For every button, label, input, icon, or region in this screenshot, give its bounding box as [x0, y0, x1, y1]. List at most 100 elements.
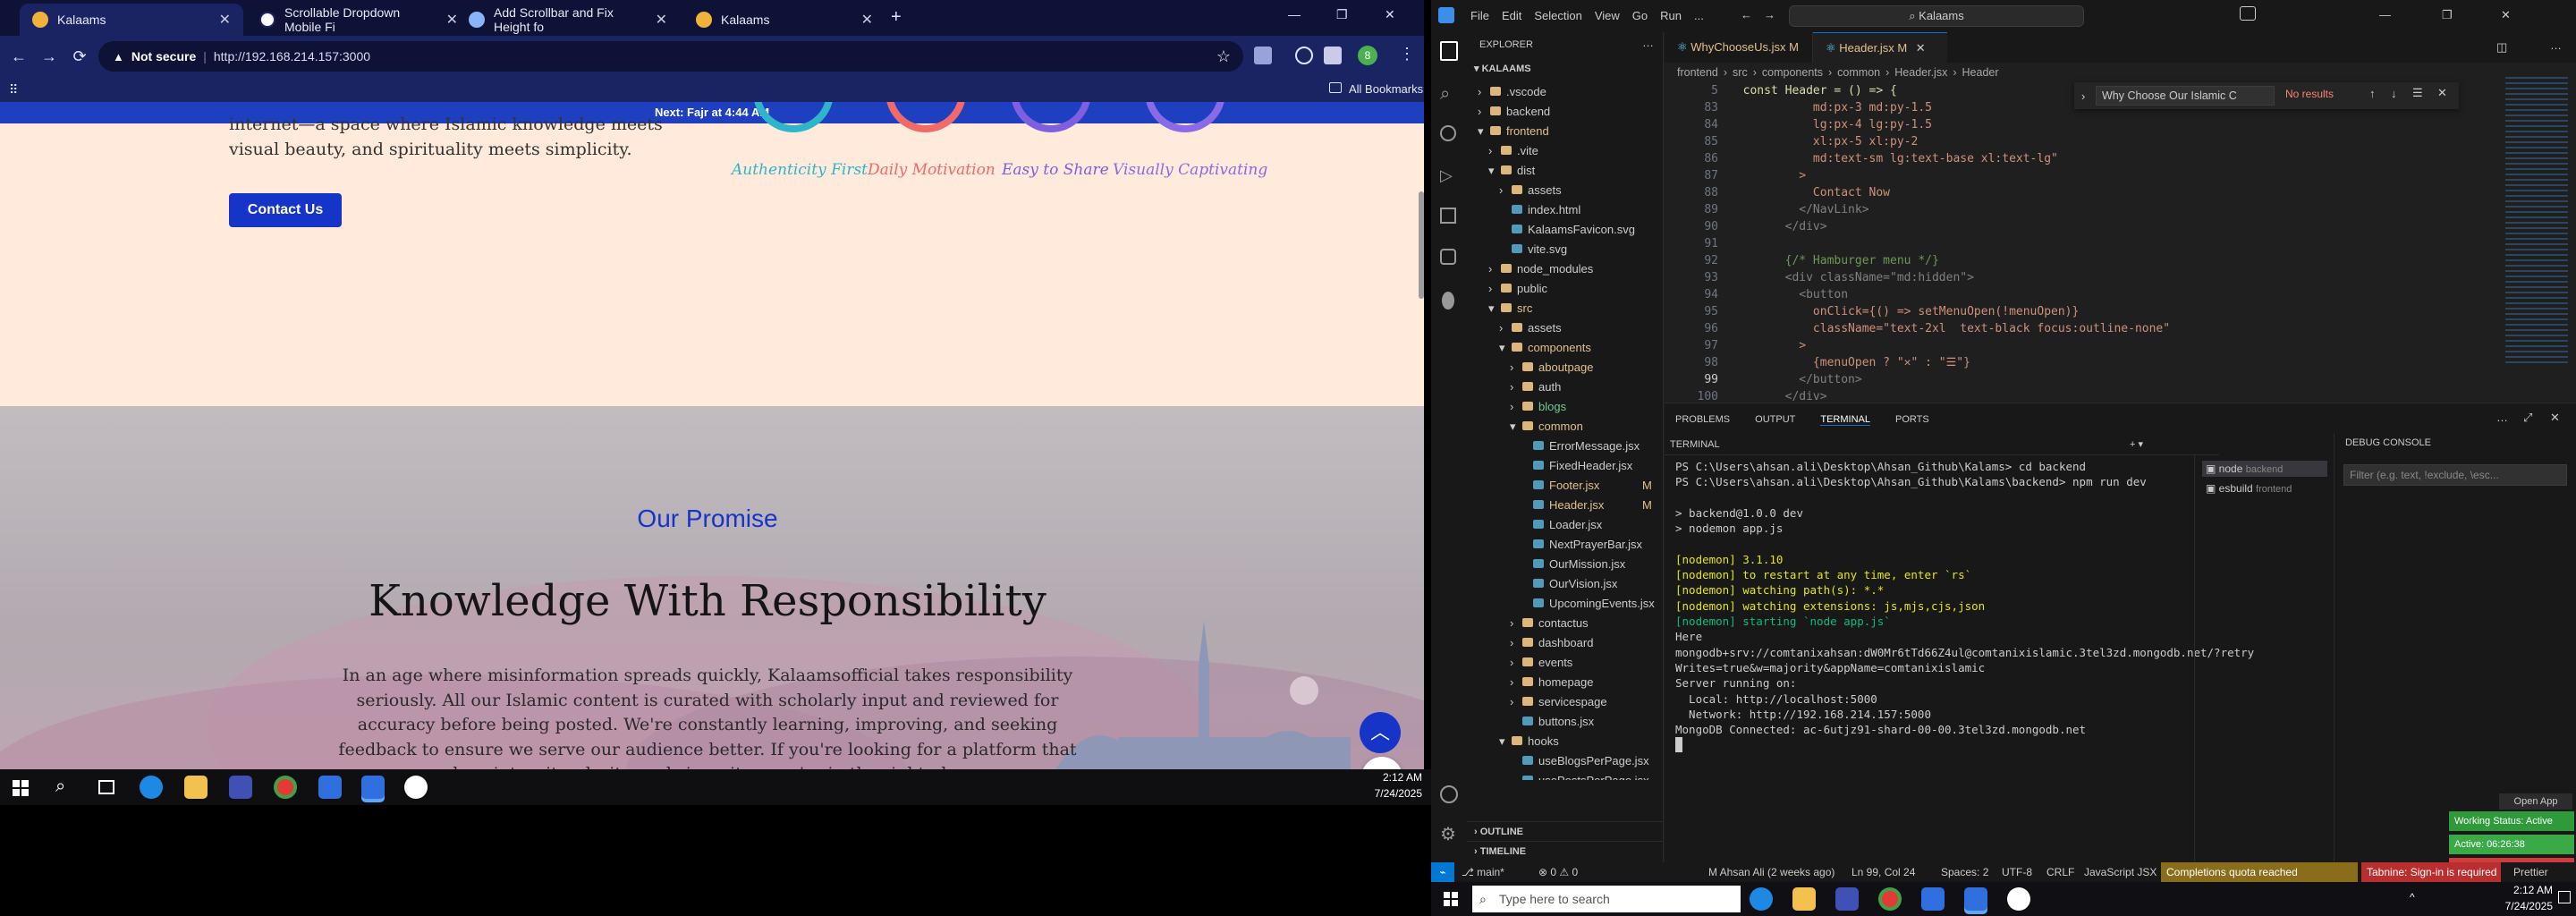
maximize-panel-icon[interactable]: ⤢: [2523, 411, 2532, 425]
menu-edit[interactable]: Edit: [1502, 9, 1521, 22]
settings-gear-icon[interactable]: ⚙: [1440, 823, 1456, 845]
minimap[interactable]: [2505, 77, 2568, 363]
tab-header-active[interactable]: ⚛ Header.jsx M ✕: [1813, 32, 1947, 63]
workspace-root[interactable]: ▾ KALAAMS: [1474, 63, 1531, 74]
menu-selection[interactable]: Selection: [1534, 9, 1581, 22]
explorer-icon[interactable]: [1440, 41, 1458, 61]
indentation[interactable]: Spaces: 2: [1941, 866, 1988, 878]
tree-folder[interactable]: › backend: [1478, 102, 1550, 122]
language-mode[interactable]: JavaScript JSX: [2084, 866, 2157, 878]
tree-folder[interactable]: ▾ src: [1488, 299, 1532, 318]
tree-folder[interactable]: › assets: [1499, 318, 1562, 338]
nav-forward-icon[interactable]: →: [1764, 8, 1775, 21]
search-icon[interactable]: ⌕: [55, 776, 65, 797]
security-label[interactable]: Not secure: [131, 49, 196, 64]
tree-file[interactable]: index.html: [1499, 200, 1580, 220]
new-tab-button[interactable]: +: [891, 7, 902, 28]
minimize-button[interactable]: —: [2379, 8, 2391, 21]
panel-more-icon[interactable]: …: [2496, 411, 2508, 424]
contact-us-button[interactable]: Contact Us: [229, 193, 342, 227]
remote-icon[interactable]: ⌁: [1431, 862, 1454, 882]
tree-folder[interactable]: › assets: [1499, 181, 1562, 200]
app-circle-icon[interactable]: [2007, 887, 2030, 911]
notifications-icon[interactable]: [2558, 891, 2571, 903]
file-explorer-icon[interactable]: [184, 776, 208, 799]
vscode-active-icon[interactable]: [361, 776, 385, 799]
cursor-position[interactable]: Ln 99, Col 24: [1852, 866, 1915, 878]
all-bookmarks-link[interactable]: All Bookmarks: [1349, 82, 1423, 96]
windows-start-icon[interactable]: [13, 780, 29, 796]
breadcrumb-item[interactable]: frontend: [1677, 66, 1718, 79]
prettier-status[interactable]: Prettier: [2513, 866, 2548, 878]
profile-switch-icon[interactable]: [1295, 47, 1313, 64]
minimize-button[interactable]: —: [1288, 7, 1301, 21]
back-icon[interactable]: ←: [4, 47, 34, 66]
breadcrumb-item[interactable]: Header: [1962, 66, 1999, 79]
tree-folder[interactable]: › node_modules: [1488, 259, 1593, 279]
task-view-icon[interactable]: [98, 780, 114, 794]
tree-folder[interactable]: › aboutpage: [1510, 358, 1593, 377]
terminal-item-esbuild[interactable]: ▣ esbuild frontend: [2202, 480, 2295, 496]
tab-ports[interactable]: PORTS: [1895, 414, 1929, 426]
close-tab-icon[interactable]: ✕: [861, 11, 873, 29]
menu-kebab-icon[interactable]: ⋮: [1399, 45, 1415, 64]
address-bar[interactable]: ▲ Not secure | http://192.168.214.157:30…: [98, 41, 1243, 72]
apps-grid-icon[interactable]: ⠿: [9, 82, 18, 98]
maximize-button[interactable]: ❐: [2442, 8, 2453, 22]
tabnine-status[interactable]: Tabnine: Sign-in is required: [2361, 862, 2501, 882]
split-editor-icon[interactable]: ◫: [2496, 40, 2507, 55]
store-icon[interactable]: [1835, 887, 1859, 911]
tree-folder[interactable]: › auth: [1510, 377, 1561, 397]
tab-problems[interactable]: PROBLEMS: [1675, 414, 1730, 426]
terminal-output[interactable]: PS C:\Users\ahsan.ali\Desktop\Ahsan_Gith…: [1514, 459, 2254, 852]
close-window-button[interactable]: ✕: [1385, 7, 1395, 22]
menu-file[interactable]: File: [1470, 9, 1489, 22]
chrome-icon[interactable]: [1878, 887, 1902, 911]
explorer-more-icon[interactable]: …: [1642, 36, 1654, 49]
extension-icon[interactable]: [1254, 47, 1272, 64]
tray-overflow-icon[interactable]: ^: [2410, 891, 2415, 903]
warning-icon[interactable]: ▲: [113, 50, 124, 64]
tree-folder[interactable]: ▾ dist: [1488, 161, 1535, 181]
chrome-icon[interactable]: [274, 776, 297, 799]
tree-folder[interactable]: › public: [1488, 279, 1547, 299]
tree-folder[interactable]: ▾ components: [1499, 338, 1591, 358]
mongodb-leaf-icon[interactable]: [1442, 292, 1454, 310]
debug-filter-input[interactable]: Filter (e.g. text, !exclude, \esc...: [2343, 464, 2567, 486]
edge-icon[interactable]: [1750, 887, 1773, 911]
breadcrumb-item[interactable]: Header.jsx: [1894, 66, 1947, 79]
clock-time[interactable]: 2:12 AM: [2499, 884, 2553, 896]
git-blame[interactable]: M Ahsan Ali (2 weeks ago): [1708, 866, 1835, 878]
vscode-icon[interactable]: [318, 776, 342, 799]
tree-folder[interactable]: ▾ common: [1510, 417, 1583, 437]
file-explorer-icon[interactable]: [1792, 887, 1816, 911]
page-scrollbar[interactable]: [1419, 191, 1424, 299]
open-app-button[interactable]: Open App: [2499, 793, 2572, 810]
menu-view[interactable]: View: [1595, 9, 1620, 22]
extensions-puzzle-icon[interactable]: [1324, 47, 1342, 64]
menu-go[interactable]: Go: [1632, 9, 1648, 22]
browser-tab-kalaams-active[interactable]: Kalaams ✕: [20, 4, 243, 36]
browser-tab-scrollbar[interactable]: Add Scrollbar and Fix Height fo ✕: [456, 4, 680, 36]
search-icon[interactable]: ⌕: [1440, 84, 1450, 105]
tree-folder[interactable]: › .vscode: [1478, 82, 1546, 102]
reload-icon[interactable]: ⟳: [64, 47, 95, 66]
source-control-icon[interactable]: [1440, 125, 1456, 141]
tree-folder[interactable]: › .vite: [1488, 141, 1538, 161]
clock-date[interactable]: 7/24/2025: [2490, 900, 2553, 912]
maximize-button[interactable]: ❐: [1336, 7, 1348, 22]
browser-tab-kalaams-2[interactable]: Kalaams ✕: [683, 4, 886, 36]
tab-whychooseus[interactable]: ⚛ WhyChooseUs.jsx M: [1665, 32, 1813, 63]
forward-icon[interactable]: →: [34, 47, 64, 66]
menu-more[interactable]: ...: [1694, 9, 1704, 22]
encoding[interactable]: UTF-8: [2002, 866, 2032, 878]
breadcrumb-item[interactable]: src: [1733, 66, 1748, 79]
tree-file[interactable]: vite.svg: [1499, 240, 1567, 259]
code-editor[interactable]: 5 const Header = () => {83 md:px-3 md:py…: [1665, 82, 2505, 403]
layout-toggle-icon[interactable]: [2240, 6, 2256, 21]
new-terminal-icon[interactable]: + ▾: [2130, 434, 2143, 455]
extensions-icon[interactable]: [1440, 208, 1456, 224]
editor-more-icon[interactable]: …: [2550, 38, 2562, 52]
app-circle-icon[interactable]: [404, 776, 428, 799]
tab-terminal[interactable]: TERMINAL: [1820, 414, 1870, 426]
